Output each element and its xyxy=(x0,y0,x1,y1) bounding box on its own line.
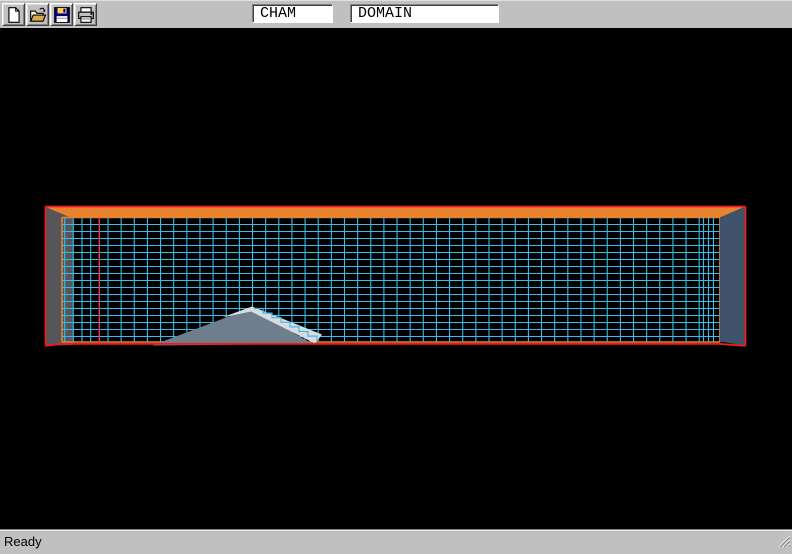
open-button[interactable] xyxy=(26,3,49,26)
inlet-panel xyxy=(46,207,74,346)
new-document-icon xyxy=(5,6,23,24)
print-icon xyxy=(77,6,95,24)
hill-object xyxy=(152,307,322,346)
save-icon xyxy=(53,6,71,24)
domain-bottom-edge xyxy=(46,344,746,346)
viewport[interactable] xyxy=(0,28,792,529)
resize-grip-icon[interactable] xyxy=(776,533,791,553)
outlet-panel-group xyxy=(720,207,746,346)
mesh-canvas[interactable] xyxy=(0,28,792,529)
domain-top-face xyxy=(46,207,746,218)
toolbar xyxy=(0,0,792,28)
save-button[interactable] xyxy=(50,3,73,26)
outlet-panel xyxy=(720,207,746,346)
mesh-grid-lines xyxy=(62,218,720,343)
cham-field[interactable] xyxy=(252,4,333,23)
status-text: Ready xyxy=(4,534,42,549)
domain-field[interactable] xyxy=(350,4,499,23)
statusbar: Ready xyxy=(0,529,792,554)
new-button[interactable] xyxy=(2,3,25,26)
print-button[interactable] xyxy=(74,3,97,26)
open-folder-icon xyxy=(29,6,47,24)
domain-faces xyxy=(46,207,746,346)
domain-outline xyxy=(46,207,746,346)
